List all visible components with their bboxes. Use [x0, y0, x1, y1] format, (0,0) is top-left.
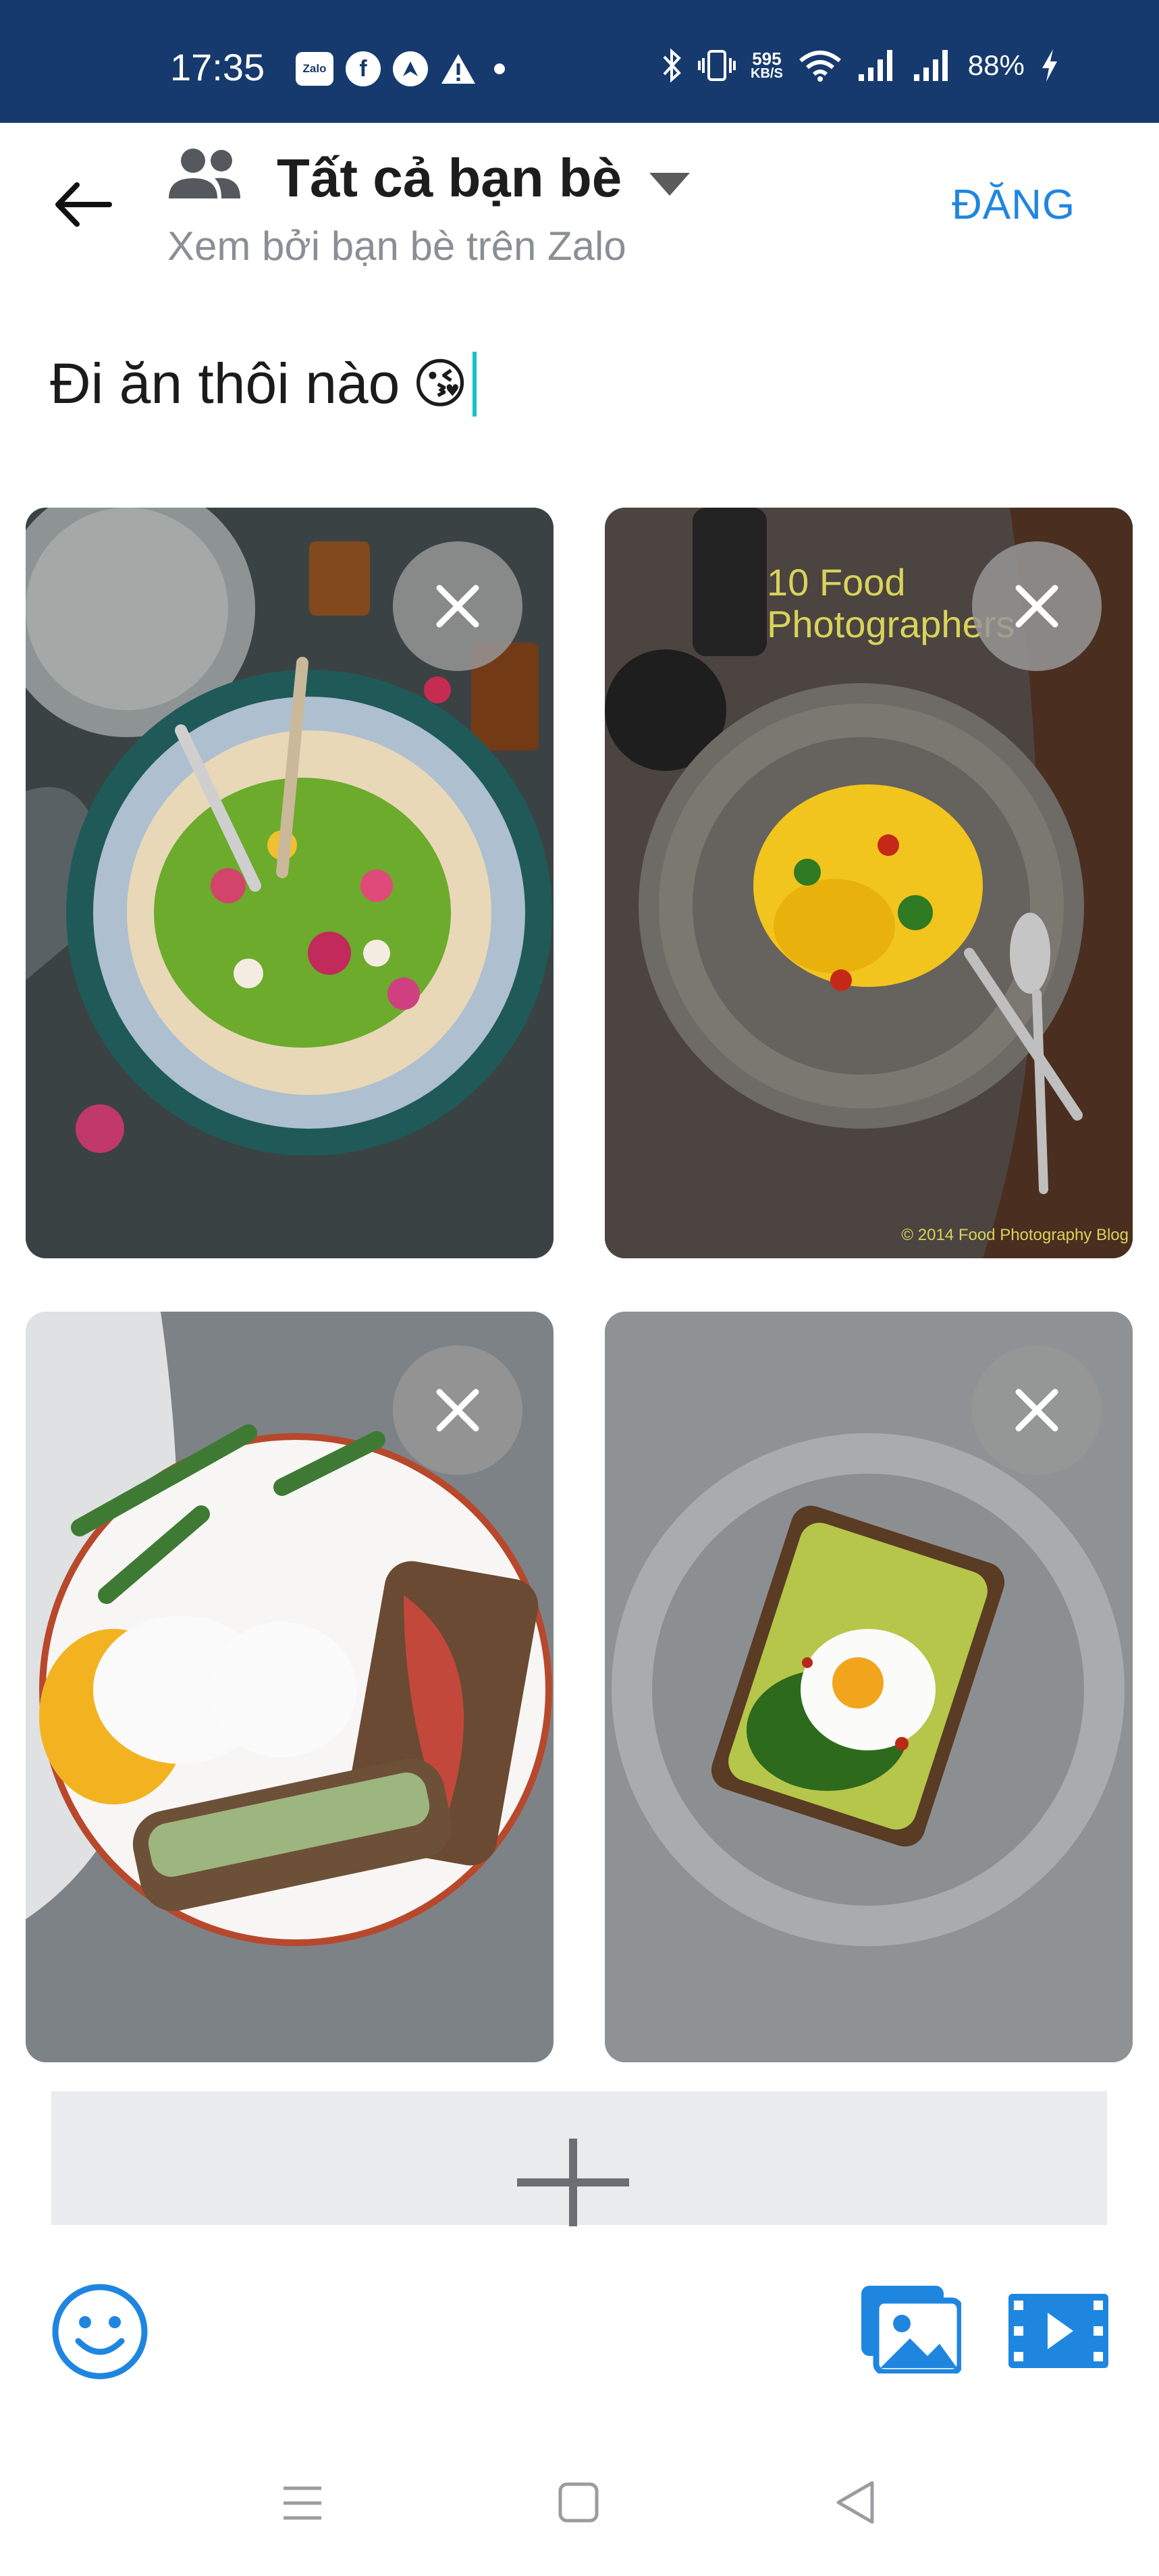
post-button[interactable]: ĐĂNG: [952, 181, 1075, 229]
privacy-subtitle: Xem bởi bạn bè trên Zalo: [167, 223, 626, 269]
chevron-down-icon[interactable]: [649, 173, 690, 196]
text-cursor: [472, 351, 477, 417]
nav-home-icon[interactable]: [558, 2481, 599, 2523]
warning-icon: [441, 54, 475, 84]
photo-thumbnail-1[interactable]: [26, 508, 554, 1258]
photo-thumbnail-4[interactable]: [605, 1312, 1133, 2062]
privacy-title[interactable]: Tất cả bạn bè: [277, 147, 622, 209]
photo-thumbnail-3[interactable]: [26, 1312, 554, 2062]
status-text: Đi ăn thôi nào: [50, 352, 400, 415]
signal-icon: [858, 50, 892, 81]
zalo-icon: Zalo: [296, 52, 333, 86]
status-time: 17:35: [170, 46, 265, 88]
nav-arrow-icon: [393, 51, 428, 86]
vibrate-icon: [698, 50, 736, 81]
kiss-emoji: 😘: [412, 354, 468, 414]
signal-icon: [913, 50, 948, 81]
remove-photo-2-button[interactable]: [972, 541, 1102, 671]
nav-back-icon[interactable]: [832, 2479, 879, 2526]
net-speed-unit: KB/S: [751, 65, 783, 81]
nav-menu-icon[interactable]: [281, 2484, 324, 2522]
facebook-icon: f: [346, 51, 381, 86]
close-icon: [436, 585, 479, 628]
dot-icon: [494, 63, 505, 74]
gallery-icon[interactable]: [861, 2286, 961, 2373]
emoji-icon[interactable]: [50, 2282, 150, 2382]
close-icon: [1015, 1389, 1058, 1432]
status-bar: 17:35 Zalo f 595 KB/S 88%: [0, 0, 1159, 123]
remove-photo-4-button[interactable]: [972, 1345, 1102, 1475]
close-icon: [436, 1389, 479, 1432]
add-more-photos-button[interactable]: [51, 2091, 1107, 2226]
remove-photo-1-button[interactable]: [393, 541, 522, 671]
charging-icon: [1042, 49, 1057, 82]
close-icon: [1015, 585, 1058, 628]
wifi-icon: [799, 51, 841, 82]
friends-icon[interactable]: [166, 147, 243, 201]
plus-icon: [517, 2139, 629, 2226]
back-arrow-icon[interactable]: [53, 181, 113, 228]
bluetooth-icon: [663, 48, 681, 83]
net-speed: 595 KB/S: [751, 50, 783, 81]
video-icon[interactable]: [1008, 2294, 1108, 2368]
battery-level: 88%: [967, 49, 1025, 81]
photo-thumbnail-2[interactable]: 10 Food Photographers © 2014 Food Photog…: [605, 508, 1133, 1258]
remove-photo-3-button[interactable]: [393, 1345, 522, 1475]
status-text-input[interactable]: Đi ăn thôi nào 😘: [50, 351, 477, 417]
photo-copyright: © 2014 Food Photography Blog: [901, 1226, 1129, 1244]
